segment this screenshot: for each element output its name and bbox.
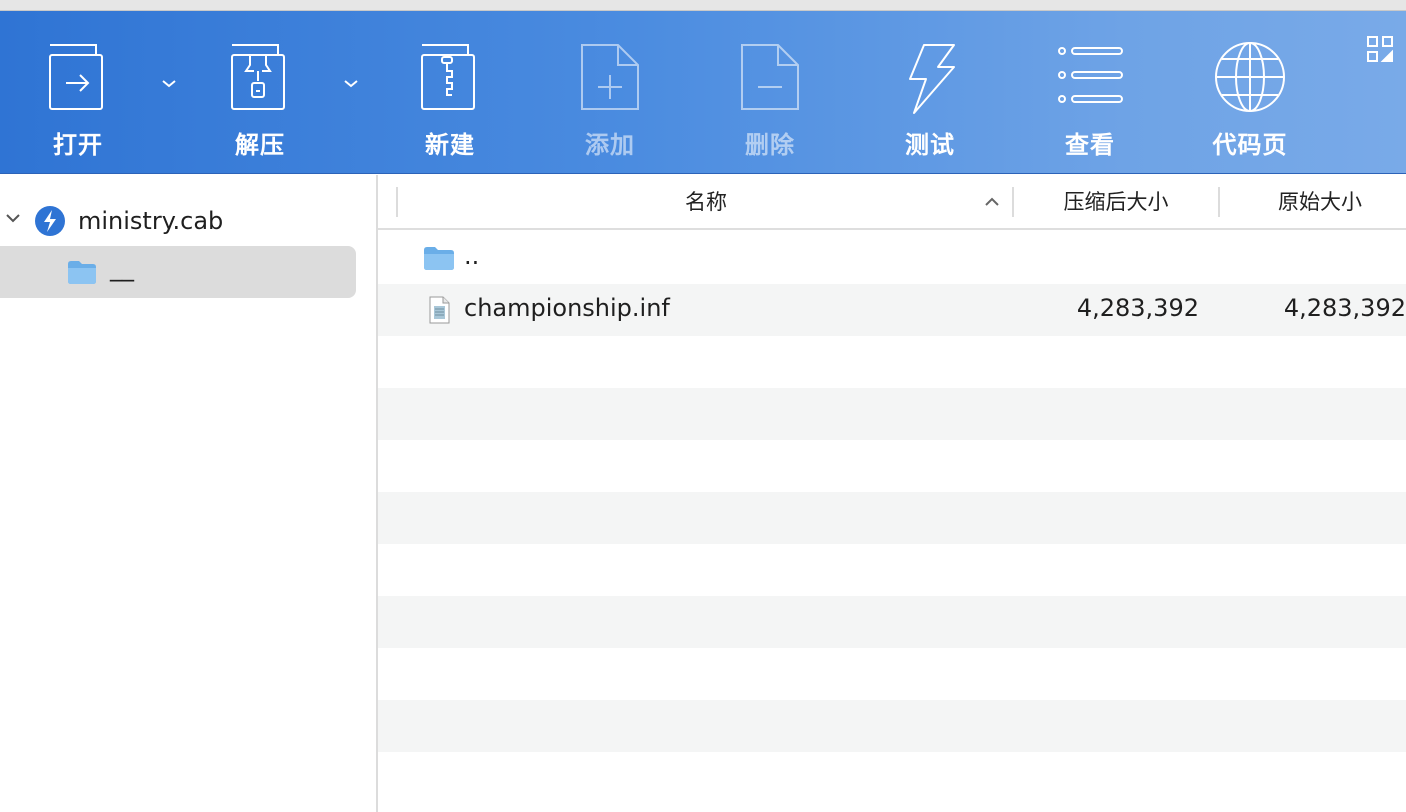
- row-original-size: 4,283,392: [1283, 294, 1406, 322]
- open-button[interactable]: 打开: [18, 11, 138, 174]
- sort-ascending-icon[interactable]: [980, 191, 1004, 215]
- new-archive-icon: [410, 39, 490, 119]
- extract-dropdown-chevron-icon[interactable]: [339, 71, 363, 95]
- open-icon: [38, 39, 118, 119]
- delete-button[interactable]: 删除: [710, 11, 830, 174]
- row-name: ..: [464, 242, 480, 270]
- add-button[interactable]: 添加: [550, 11, 670, 174]
- toolbar: 打开 解压 新建 添加 删除 测试 查看 代码页: [0, 11, 1406, 174]
- empty-row: [378, 440, 1406, 492]
- folder-icon: [66, 256, 98, 288]
- test-label: 测试: [905, 131, 955, 159]
- column-header-name[interactable]: 名称: [398, 175, 1014, 230]
- codepage-button[interactable]: 代码页: [1190, 11, 1310, 174]
- empty-row: [378, 648, 1406, 700]
- column-header-original-size[interactable]: 原始大小: [1220, 175, 1406, 230]
- chevron-down-icon[interactable]: [4, 209, 22, 227]
- empty-row: [378, 388, 1406, 440]
- open-dropdown-chevron-icon[interactable]: [157, 71, 181, 95]
- empty-row: [378, 336, 1406, 388]
- open-label: 打开: [53, 131, 103, 159]
- table-header: 名称 压缩后大小 原始大小: [378, 175, 1406, 230]
- tree-item-archive[interactable]: ministry.cab: [0, 199, 376, 241]
- folder-name: __: [110, 254, 134, 282]
- view-button[interactable]: 查看: [1030, 11, 1150, 174]
- column-header-packed-size[interactable]: 压缩后大小: [1014, 175, 1218, 230]
- window-top-strip: [0, 0, 1406, 11]
- tree-item-folder[interactable]: __: [0, 246, 356, 298]
- document-icon: [422, 294, 456, 326]
- file-list: 名称 压缩后大小 原始大小 .. championship.inf 4,283,…: [378, 175, 1406, 812]
- archive-app-icon: [34, 205, 66, 237]
- grid-view-icon[interactable]: [1364, 33, 1396, 65]
- empty-row: [378, 492, 1406, 544]
- sidebar: ministry.cab __: [0, 175, 376, 812]
- extract-label: 解压: [235, 131, 285, 159]
- empty-row: [378, 700, 1406, 752]
- new-archive-button[interactable]: 新建: [390, 11, 510, 174]
- globe-icon: [1210, 39, 1290, 119]
- empty-row: [378, 752, 1406, 804]
- table-row[interactable]: championship.inf 4,283,392 4,283,392: [378, 284, 1406, 336]
- view-label: 查看: [1065, 131, 1115, 159]
- delete-label: 删除: [745, 131, 795, 159]
- view-list-icon: [1050, 39, 1130, 119]
- archive-name: ministry.cab: [78, 207, 224, 235]
- test-lightning-icon: [890, 39, 970, 119]
- empty-row: [378, 596, 1406, 648]
- add-file-icon: [570, 39, 650, 119]
- row-packed-size: 4,283,392: [1076, 294, 1199, 322]
- add-label: 添加: [585, 131, 635, 159]
- new-label: 新建: [425, 131, 475, 159]
- row-name: championship.inf: [464, 294, 670, 322]
- test-button[interactable]: 测试: [870, 11, 990, 174]
- empty-row: [378, 544, 1406, 596]
- codepage-label: 代码页: [1212, 131, 1288, 159]
- delete-file-icon: [730, 39, 810, 119]
- extract-button[interactable]: 解压: [200, 11, 320, 174]
- extract-icon: [220, 39, 300, 119]
- table-row[interactable]: ..: [378, 232, 1406, 284]
- folder-icon: [422, 242, 456, 274]
